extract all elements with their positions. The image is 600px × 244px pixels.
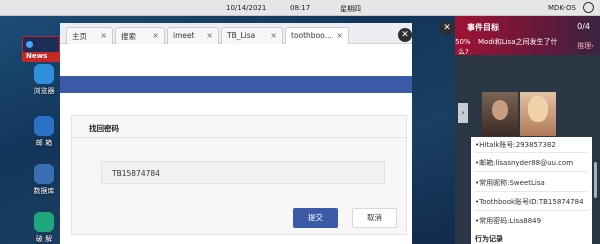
reason-button[interactable]: 推理› — [577, 41, 594, 51]
tab-tb-lisa-label: TB_Lisa — [227, 31, 256, 40]
scrollbar[interactable] — [594, 162, 597, 198]
info-password: •常用密码:Lisa8849 — [475, 217, 542, 225]
event-progress: 50% — [455, 38, 471, 46]
news-widget[interactable]: News — [22, 36, 60, 62]
close-icon[interactable]: × — [152, 31, 159, 40]
tab-toothbook[interactable]: toothboo... × — [285, 27, 349, 44]
event-title: 事件目标 — [467, 23, 499, 32]
desktop-dock: News 浏览器 邮 箱 数据库 破 解 — [0, 16, 60, 244]
tab-home[interactable]: 主页 × — [66, 27, 113, 44]
app-browser[interactable]: 浏览器 — [24, 64, 64, 96]
app-browser-label: 浏览器 — [33, 87, 55, 95]
app-crack-label: 破 解 — [35, 235, 53, 243]
panel-title: 找回密码 — [72, 116, 406, 138]
recover-password-panel: 找回密码 TB15874784 提交 取消 — [71, 115, 407, 235]
settings-icon[interactable] — [583, 2, 594, 13]
app-mail-label: 邮 箱 — [35, 139, 53, 147]
tab-tb-lisa[interactable]: TB_Lisa × — [221, 27, 283, 44]
app-mail[interactable]: 邮 箱 — [24, 116, 64, 148]
divider — [475, 171, 588, 172]
tab-search[interactable]: 搜索 × — [115, 27, 165, 44]
profile-info-card: •Hitalk账号:293857382 •邮箱:lisasnyder88@uu.… — [471, 137, 592, 244]
tab-home-label: 主页 — [72, 32, 87, 41]
close-icon[interactable]: × — [336, 31, 343, 40]
behavior-log-title: 行为记录 — [475, 235, 503, 243]
app-crack[interactable]: 破 解 — [24, 212, 64, 244]
info-hitalk: •Hitalk账号:293857382 — [475, 141, 556, 149]
info-nickname: •常用昵称:SweetLisa — [475, 179, 545, 187]
browser-icon — [34, 64, 54, 84]
close-icon[interactable]: × — [206, 31, 213, 40]
event-objective: Modi和Lisa之间发生了什 — [478, 38, 558, 46]
chevron-right-icon[interactable]: › — [458, 103, 468, 123]
page-header-bar — [60, 76, 412, 93]
database-icon — [34, 164, 54, 184]
tab-toothbook-label: toothboo... — [291, 31, 332, 40]
event-objective-tail: 么? — [458, 48, 469, 56]
account-input[interactable]: TB15874784 — [101, 161, 385, 184]
info-toothbook-id: •Toothbook账号ID:TB15874784 — [475, 198, 584, 206]
submit-button[interactable]: 提交 — [293, 208, 338, 228]
close-window-icon[interactable]: ✕ — [398, 28, 412, 42]
news-label: News — [23, 52, 59, 61]
divider — [475, 191, 588, 192]
tab-imeet[interactable]: imeet × — [167, 27, 219, 44]
photo-male[interactable] — [482, 92, 518, 136]
shield-icon — [34, 212, 54, 232]
tab-search-label: 搜索 — [121, 32, 136, 41]
divider — [475, 210, 588, 211]
info-email: •邮箱:lisasnyder88@uu.com — [475, 159, 574, 167]
photo-female[interactable] — [520, 92, 556, 136]
close-icon[interactable]: × — [100, 31, 107, 40]
close-icon[interactable]: × — [270, 31, 277, 40]
os-name: MDK-OS — [548, 4, 576, 12]
status-weekday: 星期四 — [340, 5, 361, 13]
status-bar: 10/14/2021 08:17 星期四 MDK-OS — [0, 0, 600, 16]
cancel-button[interactable]: 取消 — [352, 208, 397, 228]
status-time: 08:17 — [290, 4, 311, 12]
profile-photos — [482, 92, 556, 136]
close-panel-icon[interactable]: ✕ — [440, 21, 454, 35]
news-logo-icon — [26, 41, 33, 48]
tab-strip: 主页 × 搜索 × imeet × TB_Lisa × toothboo... … — [60, 23, 412, 44]
event-count: 0/4 — [577, 22, 590, 31]
event-header: 事件目标 0/4 50% Modi和Lisa之间发生了什 么? 推理› — [455, 16, 600, 56]
app-database[interactable]: 数据库 — [24, 164, 64, 196]
mail-icon — [34, 116, 54, 136]
app-database-label: 数据库 — [33, 187, 55, 195]
browser-window: 主页 × 搜索 × imeet × TB_Lisa × toothboo... … — [60, 23, 412, 244]
tab-imeet-label: imeet — [173, 31, 195, 40]
divider — [475, 152, 588, 153]
status-date: 10/14/2021 — [226, 4, 267, 12]
